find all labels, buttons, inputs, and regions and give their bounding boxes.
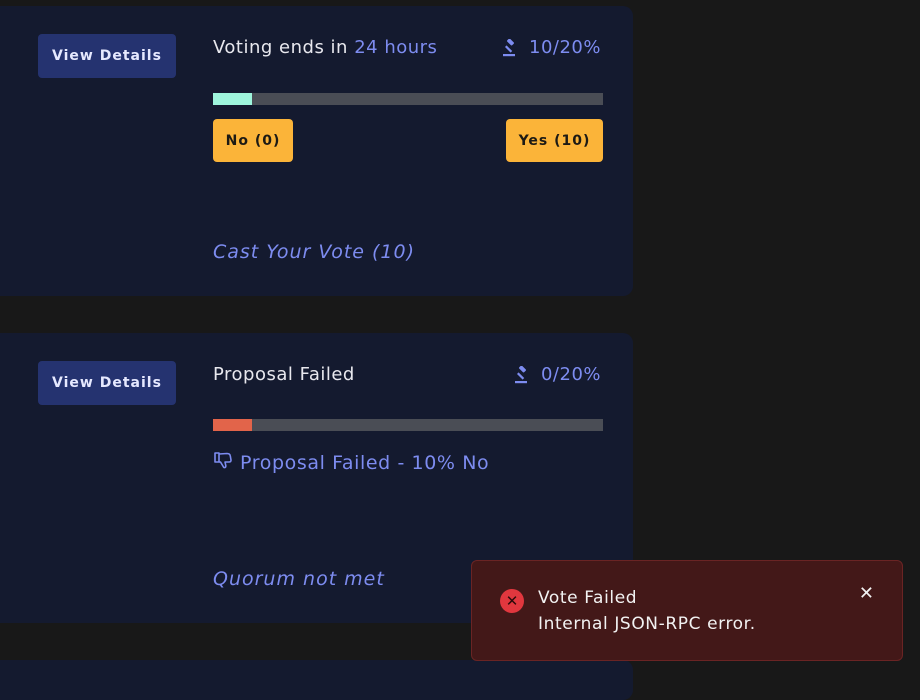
toast-message: Internal JSON-RPC error. — [538, 614, 756, 634]
error-circle-icon: ✕ — [500, 589, 524, 613]
vote-progress-bar — [213, 93, 603, 105]
proposal-result-text: Proposal Failed - 10% No — [240, 451, 490, 474]
error-toast: ✕ Vote Failed Internal JSON-RPC error. ✕ — [471, 560, 903, 661]
voting-status-prefix: Voting ends in — [213, 37, 355, 58]
quorum-indicator: 10/20% — [501, 37, 601, 58]
quorum-value: 10/20% — [529, 37, 601, 58]
vote-progress-fill — [213, 93, 252, 105]
quorum-status: Quorum not met — [213, 568, 385, 590]
gavel-icon — [513, 365, 531, 384]
quorum-value: 0/20% — [540, 364, 601, 385]
quorum-indicator: 0/20% — [513, 364, 601, 385]
proposal-card — [0, 660, 633, 700]
vote-no-button[interactable]: No (0) — [213, 119, 293, 162]
gavel-icon — [501, 38, 519, 57]
proposal-result: Proposal Failed - 10% No — [213, 450, 489, 475]
toast-title: Vote Failed — [538, 588, 638, 608]
close-icon[interactable]: ✕ — [859, 585, 874, 603]
vote-progress-fill — [213, 419, 252, 431]
thumbs-down-icon — [213, 450, 233, 475]
proposal-status: Proposal Failed — [213, 364, 355, 385]
cast-vote-link[interactable]: Cast Your Vote (10) — [213, 241, 415, 263]
view-details-button[interactable]: View Details — [38, 34, 176, 78]
proposal-card: View Details Voting ends in 24 hours 10/… — [0, 6, 633, 296]
vote-yes-button[interactable]: Yes (10) — [506, 119, 603, 162]
view-details-button[interactable]: View Details — [38, 361, 176, 405]
voting-time-remaining: 24 hours — [354, 37, 438, 58]
vote-progress-bar — [213, 419, 603, 431]
voting-status: Voting ends in 24 hours — [213, 37, 437, 58]
